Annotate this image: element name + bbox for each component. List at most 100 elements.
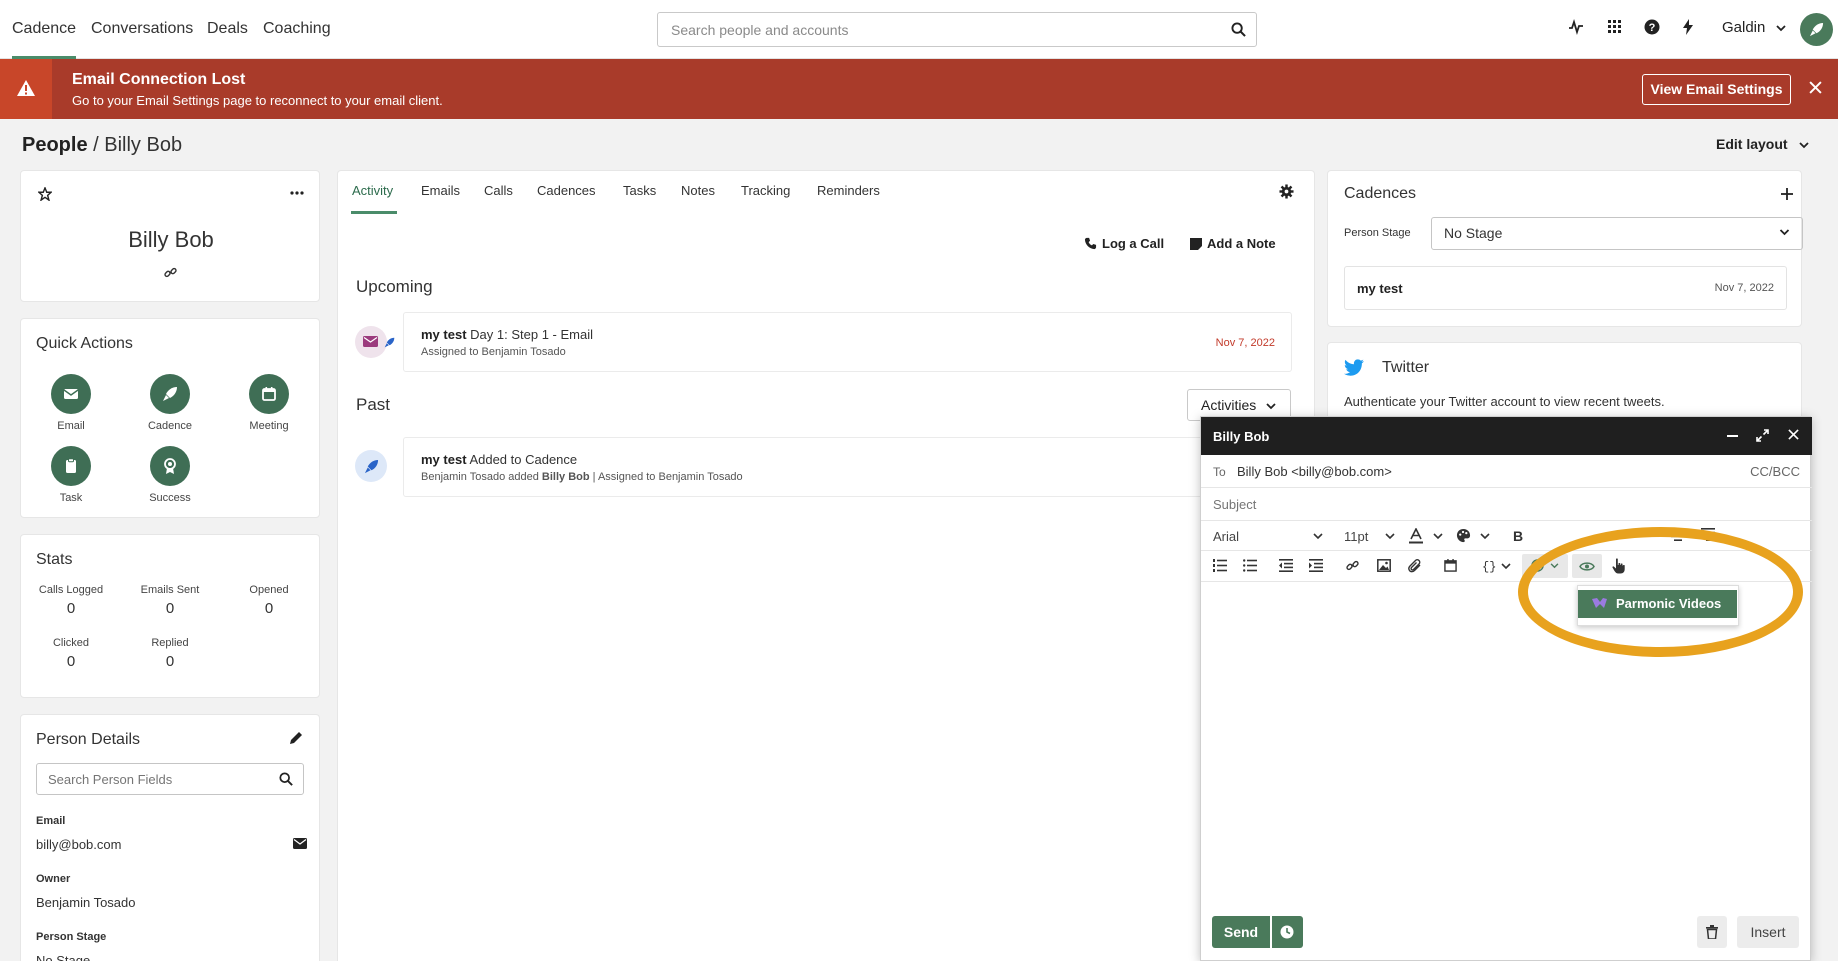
- nav-tab-conversations[interactable]: Conversations: [91, 0, 193, 59]
- font-size-select[interactable]: 11pt: [1344, 529, 1368, 544]
- align-center-icon[interactable]: [1671, 528, 1685, 541]
- plus-icon[interactable]: [1781, 188, 1793, 200]
- calendar-icon[interactable]: [1444, 559, 1457, 572]
- link-icon[interactable]: [1346, 559, 1359, 572]
- field-value-email[interactable]: billy@bob.com: [36, 837, 121, 852]
- tab-tasks[interactable]: Tasks: [623, 183, 656, 198]
- integrations-dropdown-button[interactable]: [1522, 554, 1568, 578]
- global-search-input[interactable]: [671, 13, 1211, 46]
- preview-button[interactable]: [1572, 554, 1602, 578]
- parmonic-videos-label: Parmonic Videos: [1616, 596, 1722, 611]
- stat-value: 0: [66, 653, 76, 670]
- image-icon[interactable]: [1377, 559, 1391, 572]
- help-icon[interactable]: ?: [1644, 19, 1660, 35]
- activity-cadence-name[interactable]: my test: [421, 327, 467, 342]
- send-button[interactable]: Send: [1212, 916, 1270, 948]
- avatar[interactable]: [1800, 13, 1833, 46]
- tab-calls[interactable]: Calls: [484, 183, 513, 198]
- numbered-list-icon[interactable]: [1213, 559, 1227, 572]
- rocket-icon: [384, 337, 395, 348]
- search-icon[interactable]: [279, 772, 293, 786]
- quick-action-email[interactable]: Email: [21, 374, 121, 432]
- insert-button[interactable]: Insert: [1737, 916, 1799, 948]
- tab-emails[interactable]: Emails: [421, 183, 460, 198]
- bolt-icon[interactable]: [1682, 19, 1694, 35]
- stats-card: Stats Calls Logged 0 Emails Sent 0 Opene…: [20, 534, 320, 698]
- person-stage-select[interactable]: No Stage: [1431, 217, 1803, 250]
- bullet-list-icon[interactable]: [1243, 559, 1257, 572]
- schedule-send-button[interactable]: [1272, 916, 1303, 948]
- person-stage-value: No Stage: [1444, 225, 1503, 241]
- parmonic-logo-icon: [1592, 598, 1607, 608]
- cadence-item-name[interactable]: my test: [1357, 281, 1403, 296]
- view-email-settings-button[interactable]: View Email Settings: [1642, 74, 1791, 105]
- add-note-button[interactable]: Add a Note: [1190, 236, 1276, 251]
- cadence-list-item[interactable]: my test Nov 7, 2022: [1344, 266, 1787, 310]
- log-call-button[interactable]: Log a Call: [1084, 236, 1164, 251]
- activity-cadence-name[interactable]: my test: [421, 452, 467, 467]
- person-fields-search[interactable]: [36, 763, 304, 795]
- chevron-down-icon[interactable]: [1313, 533, 1323, 540]
- parmonic-videos-menu-item[interactable]: Parmonic Videos: [1578, 590, 1737, 618]
- star-icon[interactable]: [38, 187, 52, 201]
- minimize-icon[interactable]: [1727, 435, 1738, 437]
- twitter-auth-text: Authenticate your Twitter account to vie…: [1344, 394, 1665, 409]
- stat-value: 0: [165, 653, 175, 670]
- cc-bcc-toggle[interactable]: CC/BCC: [1750, 464, 1800, 479]
- stat-label: Opened: [249, 584, 289, 596]
- chevron-down-icon[interactable]: [1480, 533, 1490, 540]
- nav-tab-coaching[interactable]: Coaching: [263, 0, 331, 59]
- palette-icon[interactable]: [1456, 528, 1471, 543]
- tab-reminders[interactable]: Reminders: [817, 183, 880, 198]
- user-menu[interactable]: Galdin: [1722, 19, 1786, 36]
- quick-action-success[interactable]: Success: [120, 446, 220, 504]
- more-options-icon[interactable]: [290, 191, 304, 195]
- search-icon[interactable]: [1231, 22, 1246, 37]
- tab-cadences[interactable]: Cadences: [537, 183, 596, 198]
- edit-layout-button[interactable]: Edit layout: [1716, 136, 1810, 152]
- edit-pencil-icon[interactable]: [289, 731, 303, 745]
- text-color-icon[interactable]: [1409, 528, 1423, 544]
- quick-action-meeting[interactable]: Meeting: [219, 374, 319, 432]
- activity-icon[interactable]: [1568, 19, 1584, 35]
- subject-input[interactable]: [1213, 492, 1793, 516]
- bold-icon[interactable]: B: [1513, 528, 1523, 544]
- link-icon[interactable]: [164, 266, 177, 279]
- close-icon[interactable]: [1809, 81, 1822, 94]
- close-icon[interactable]: [1788, 429, 1799, 440]
- subject-row: [1201, 488, 1812, 521]
- quick-action-cadence[interactable]: Cadence: [120, 374, 220, 432]
- quick-action-task[interactable]: Task: [21, 446, 121, 504]
- activities-filter-label: Activities: [1201, 397, 1257, 413]
- global-search[interactable]: [657, 12, 1257, 47]
- nav-tab-cadence[interactable]: Cadence: [12, 0, 77, 59]
- chevron-down-icon[interactable]: [1433, 533, 1443, 540]
- align-right-icon[interactable]: [1701, 528, 1715, 541]
- font-family-select[interactable]: Arial: [1213, 529, 1239, 544]
- attachment-icon[interactable]: [1408, 559, 1422, 573]
- code-braces-icon[interactable]: {}: [1482, 560, 1496, 574]
- hand-pointer-icon[interactable]: [1612, 558, 1625, 574]
- outdent-icon[interactable]: [1279, 559, 1293, 572]
- activity-person[interactable]: Billy Bob: [542, 471, 590, 483]
- clipboard-icon: [51, 446, 91, 486]
- email-body-editor[interactable]: [1201, 582, 1812, 961]
- upcoming-activity-icon: [355, 326, 387, 358]
- apps-grid-icon[interactable]: [1607, 19, 1622, 34]
- discard-button[interactable]: [1697, 916, 1727, 948]
- past-activity-item[interactable]: my test Added to Cadence Benjamin Tosado…: [403, 437, 1292, 497]
- breadcrumb-section[interactable]: People: [22, 134, 88, 156]
- indent-icon[interactable]: [1309, 559, 1323, 572]
- tab-notes[interactable]: Notes: [681, 183, 715, 198]
- tab-activity[interactable]: Activity: [352, 183, 393, 198]
- nav-tab-deals[interactable]: Deals: [207, 0, 248, 59]
- chevron-down-icon[interactable]: [1501, 563, 1511, 570]
- email-icon[interactable]: [293, 838, 307, 849]
- chevron-down-icon[interactable]: [1385, 533, 1395, 540]
- upcoming-activity-item[interactable]: my test Day 1: Step 1 - Email Assigned t…: [403, 312, 1292, 372]
- person-fields-search-input[interactable]: [48, 764, 268, 794]
- tab-tracking[interactable]: Tracking: [741, 183, 790, 198]
- gear-icon[interactable]: [1279, 184, 1294, 199]
- expand-icon[interactable]: [1756, 429, 1769, 442]
- to-recipient[interactable]: Billy Bob <billy@bob.com>: [1237, 464, 1392, 479]
